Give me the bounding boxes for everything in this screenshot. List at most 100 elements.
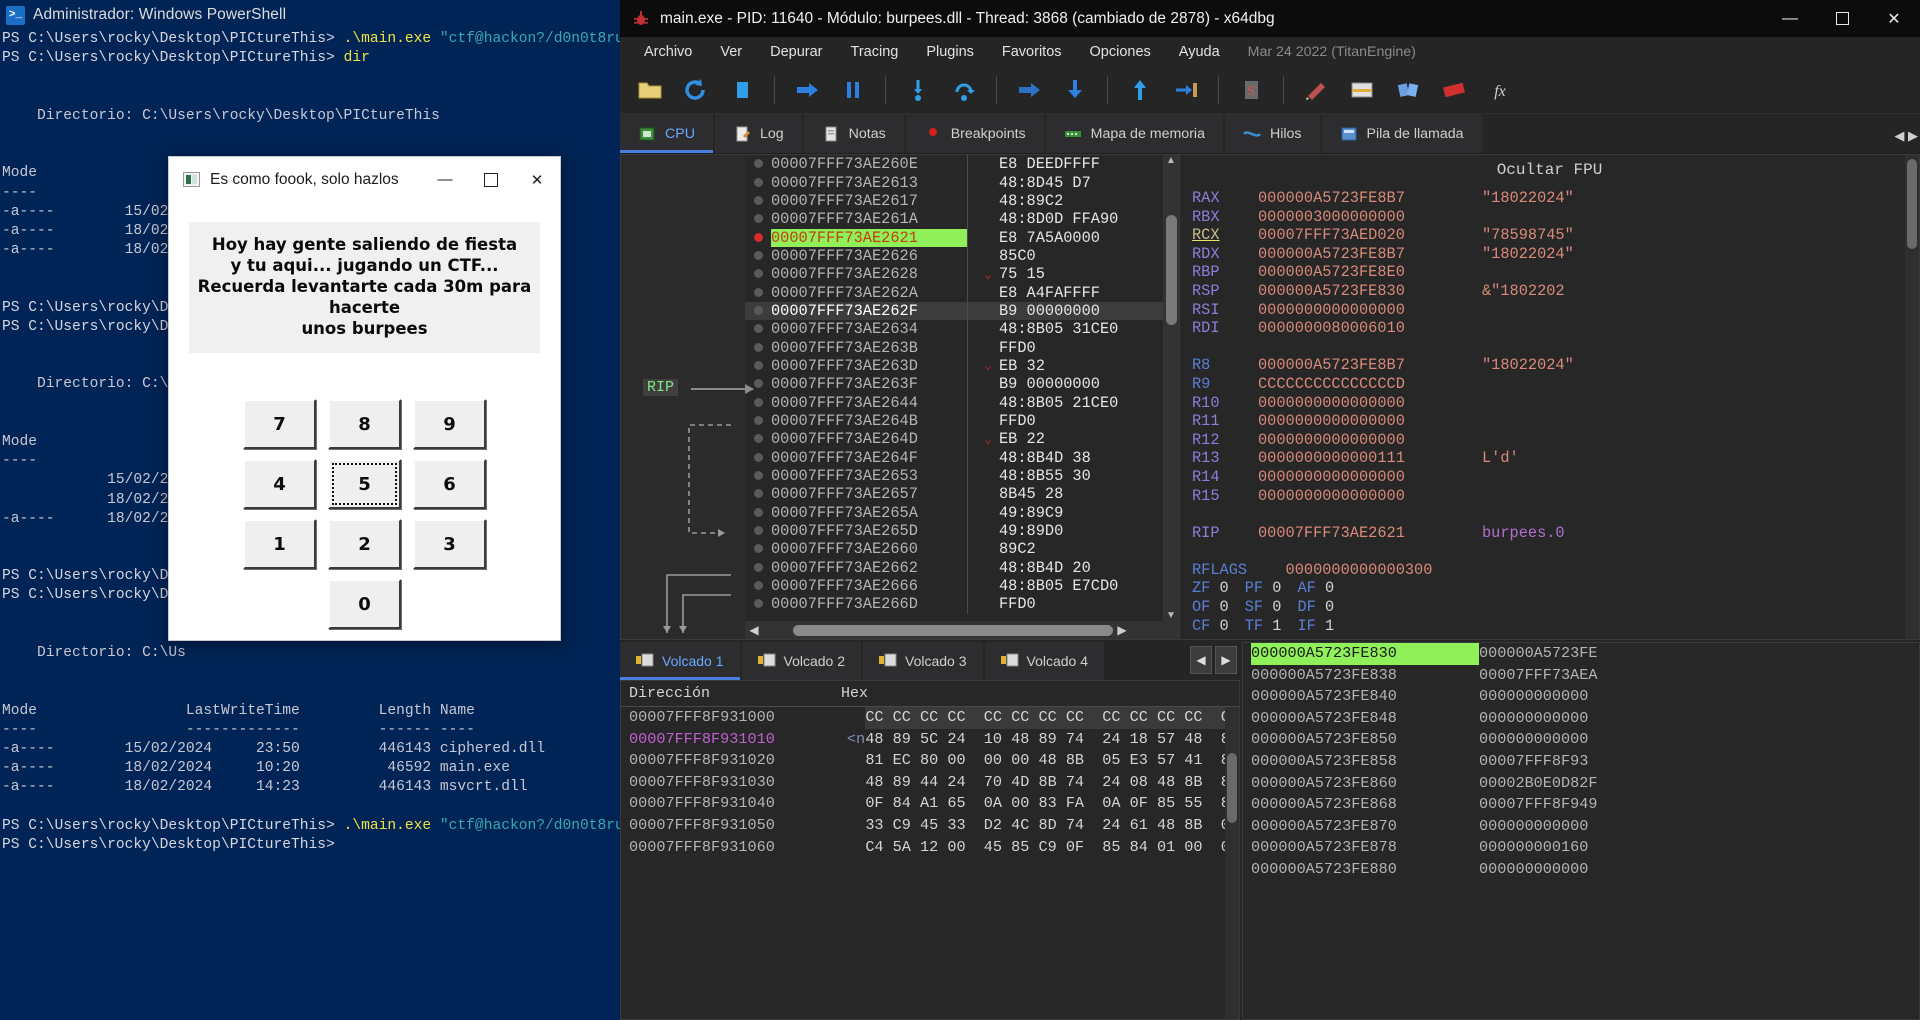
dialog-close-button[interactable]: ✕ (514, 157, 560, 202)
breakpoint-inactive-icon[interactable] (753, 544, 763, 554)
breakpoint-inactive-icon[interactable] (753, 360, 763, 370)
register-value[interactable]: 0000000000000000 (1258, 431, 1482, 450)
registers-pane[interactable]: Ocultar FPU RAX 000000A5723FE8B7 "18022024… (1180, 154, 1920, 640)
tab-pila-de-llamada[interactable]: Pila de llamada (1321, 114, 1482, 153)
dump-tab-volcado-4[interactable]: Volcado 4 (984, 642, 1104, 680)
breakpoint-toggle[interactable] (745, 522, 771, 540)
window-minimize-button[interactable]: — (1764, 0, 1816, 37)
keypad-button-8[interactable]: 8 (328, 399, 401, 449)
register-value[interactable]: 000000A5723FE8E0 (1258, 263, 1482, 282)
disassembly-row[interactable]: 00007FFF73AE262A E8 A4FAFFFF (745, 283, 1179, 302)
tab-scroll-right-icon[interactable]: ▶ (1908, 128, 1918, 143)
disassembly-horizontal-scrollbar[interactable]: ◀ ▶ (745, 621, 1179, 639)
disassembly-row[interactable]: 00007FFF73AE2644 48:8B05 21CE0 (745, 393, 1179, 412)
tab-scroll-controls[interactable]: ◀ ▶ (1894, 128, 1918, 144)
disassembly-row[interactable]: 00007FFF73AE2666 48:8B05 E7CD0 (745, 576, 1179, 596)
breakpoint-toggle[interactable] (745, 174, 771, 192)
breakpoint-inactive-icon[interactable] (753, 599, 763, 609)
breakpoint-inactive-icon[interactable] (753, 305, 763, 315)
disassembly-row[interactable]: 00007FFF73AE261A 48:8D0D FFA90 (745, 210, 1179, 229)
dump-rows[interactable]: 00007FFF8F931000 CC CC CC CC CC CC CC CC … (621, 707, 1239, 858)
register-value[interactable]: 000000A5723FE8B7 (1258, 356, 1482, 375)
register-row[interactable]: R15 0000000000000000 (1180, 487, 1919, 506)
flag-cf[interactable]: CF 0 (1192, 617, 1229, 636)
breakpoint-inactive-icon[interactable] (753, 195, 763, 205)
breakpoint-toggle[interactable] (745, 320, 771, 338)
register-value[interactable]: 0000000000000000 (1258, 468, 1482, 487)
flag-pf[interactable]: PF 0 (1245, 579, 1282, 598)
stop-icon[interactable] (722, 71, 762, 109)
scrollbar-thumb[interactable] (1907, 159, 1917, 249)
stack-row[interactable]: 000000A5723FE860 00002B0E0D82F (1243, 773, 1919, 795)
disassembly-row[interactable]: 00007FFF73AE2626 85C0 (745, 246, 1179, 266)
stack-row[interactable]: 000000A5723FE858 00007FFF8F93 (1243, 751, 1919, 773)
breakpoint-toggle[interactable] (745, 485, 771, 503)
breakpoint-inactive-icon[interactable] (753, 324, 763, 334)
disassembly-row[interactable]: 00007FFF73AE2613 48:8D45 D7 (745, 173, 1179, 192)
flag-of[interactable]: OF 0 (1192, 598, 1229, 617)
stack-row[interactable]: 000000A5723FE880 000000000000 (1243, 859, 1919, 881)
stack-row[interactable]: 000000A5723FE840 000000000000 (1243, 686, 1919, 708)
menu-depurar[interactable]: Depurar (756, 40, 836, 64)
dump-tab-volcado-2[interactable]: Volcado 2 (741, 642, 861, 680)
disassembly-row[interactable]: 00007FFF73AE263B FFD0 (745, 338, 1179, 357)
stack-row[interactable]: 000000A5723FE838 00007FFF73AEA (1243, 665, 1919, 687)
register-value[interactable]: 0000000080006010 (1258, 319, 1482, 338)
register-value[interactable]: 000000A5723FE8B7 (1258, 245, 1482, 264)
register-row[interactable]: RIP 00007FFF73AE2621 burpees.0 (1180, 524, 1919, 543)
scroll-left-icon[interactable]: ◀ (745, 623, 763, 637)
disassembly-row[interactable]: 00007FFF73AE2617 48:89C2 (745, 191, 1179, 211)
menu-opciones[interactable]: Opciones (1076, 40, 1165, 64)
stack-row[interactable]: 000000A5723FE850 000000000000 (1243, 729, 1919, 751)
flag-if[interactable]: IF 1 (1297, 617, 1334, 636)
registers-list[interactable]: RAX 000000A5723FE8B7 "18022024" RBX 00000030… (1180, 189, 1919, 542)
breakpoint-inactive-icon[interactable] (753, 379, 763, 389)
hide-fpu-toggle[interactable]: Ocultar FPU (1180, 155, 1919, 189)
disassembly-row[interactable]: 00007FFF73AE265D 49:89D0 (745, 521, 1179, 541)
rflags-row[interactable]: RFLAGS 0000000000000300 (1180, 561, 1919, 580)
breakpoint-toggle[interactable] (745, 504, 771, 522)
disassembly-row[interactable]: 00007FFF73AE264D ⌄ EB 22 (745, 430, 1179, 449)
flag-tf[interactable]: TF 1 (1245, 617, 1282, 636)
register-row[interactable]: RBX 0000003000000000 (1180, 208, 1919, 227)
breakpoint-inactive-icon[interactable] (753, 250, 763, 260)
disassembly-row[interactable]: 00007FFF73AE2653 48:8B55 30 (745, 466, 1179, 486)
step-into-icon[interactable] (898, 71, 938, 109)
breakpoint-inactive-icon[interactable] (753, 159, 763, 169)
register-value[interactable]: 0000000000000000 (1258, 412, 1482, 431)
breakpoint-toggle[interactable] (745, 210, 771, 228)
run-to-user-code-icon[interactable] (1166, 71, 1206, 109)
breakpoint-toggle[interactable] (745, 540, 771, 558)
dump-row[interactable]: 00007FFF8F931060 C4 5A 12 00 45 85 C9 0F … (621, 837, 1239, 859)
breakpoints-icon[interactable] (1388, 71, 1428, 109)
stack-row[interactable]: 000000A5723FE878 000000000160 (1243, 837, 1919, 859)
stack-row[interactable]: 000000A5723FE830 000000A5723FE (1243, 643, 1919, 665)
register-row[interactable]: R11 0000000000000000 (1180, 412, 1919, 431)
disassembly-row[interactable]: 00007FFF73AE265A 49:89C9 (745, 503, 1179, 522)
dump-tab-nav[interactable]: ◀ ▶ (1190, 646, 1237, 674)
tab-cpu[interactable]: CPU (620, 114, 713, 153)
register-value[interactable]: 0000003000000000 (1258, 208, 1482, 227)
dump-tab-volcado-1[interactable]: Volcado 1 (620, 642, 740, 680)
register-row[interactable]: RDI 0000000080006010 (1180, 319, 1919, 338)
tab-notas[interactable]: Notas (803, 114, 904, 153)
disassembly-vertical-scrollbar[interactable]: ▲ ▼ (1163, 155, 1179, 621)
breakpoint-toggle[interactable] (745, 577, 771, 595)
dump-row[interactable]: 00007FFF8F931050 33 C9 45 33 D2 4C 8D 74 … (621, 815, 1239, 837)
disassembly-pane[interactable]: RIP 00007FFF73AE260E E8 DEEDFFFF 00007FFF7… (620, 154, 1180, 640)
breakpoint-toggle[interactable] (745, 247, 771, 265)
breakpoint-inactive-icon[interactable] (753, 526, 763, 536)
open-icon[interactable] (630, 71, 670, 109)
menu-tracing[interactable]: Tracing (837, 40, 913, 64)
scrollbar-thumb[interactable] (793, 624, 1113, 636)
disassembly-row[interactable]: 00007FFF73AE263F B9 00000000 (745, 375, 1179, 394)
breakpoint-active-icon[interactable] (753, 232, 763, 242)
tab-log[interactable]: Log (714, 114, 802, 153)
breakpoint-toggle[interactable] (745, 284, 771, 302)
rflags-value[interactable]: 0000000000000300 (1258, 561, 1482, 580)
keypad-button-5[interactable]: 5 (328, 459, 401, 509)
breakpoint-toggle[interactable] (745, 229, 771, 247)
menu-archivo[interactable]: Archivo (630, 40, 706, 64)
disassembly-row[interactable]: 00007FFF73AE2657 8B45 28 (745, 485, 1179, 504)
step-over-icon[interactable] (944, 71, 984, 109)
